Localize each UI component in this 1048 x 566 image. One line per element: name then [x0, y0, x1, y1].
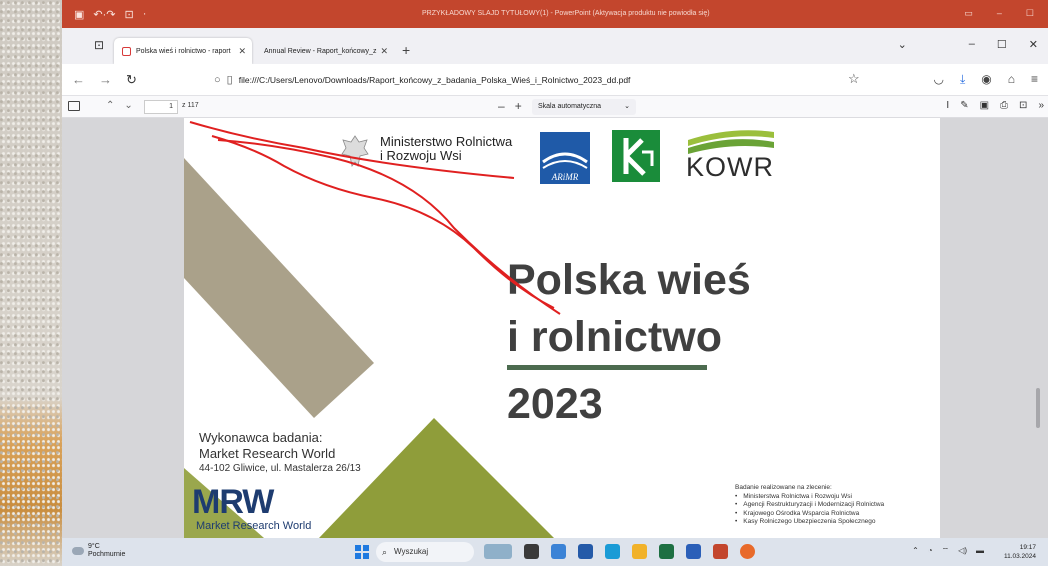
- minimize-icon[interactable]: –: [969, 38, 975, 51]
- tab-list-icon[interactable]: ⊡: [94, 38, 104, 52]
- previous-page-icon[interactable]: ⌃: [106, 100, 114, 111]
- store-icon[interactable]: [578, 544, 593, 559]
- tab-strip: ⊡ Polska wieś i rolnictwo - raport ✕ Ann…: [62, 28, 1048, 64]
- back-arrow-icon[interactable]: ←: [72, 72, 85, 88]
- quick-access-toolbar: ▣ ↶·↷ ⊡ ·: [62, 8, 146, 21]
- more-tools-icon[interactable]: »: [1038, 100, 1044, 111]
- more-icon[interactable]: ·: [143, 8, 147, 21]
- undo-icon[interactable]: ↶·↷: [93, 8, 115, 21]
- new-tab-plus-icon[interactable]: +: [402, 42, 410, 64]
- extensions-icon[interactable]: ⌂: [1008, 72, 1015, 87]
- bookmark-star-icon[interactable]: ☆: [848, 71, 860, 87]
- annotation-stroke-3: [217, 139, 561, 315]
- edge-copilot-icon[interactable]: [551, 544, 566, 559]
- address-bar[interactable]: ○ ▯ file:///C:/Users/Lenovo/Downloads/Ra…: [214, 73, 631, 87]
- battery-icon[interactable]: ▬: [976, 546, 984, 556]
- close-icon[interactable]: ✕: [380, 46, 388, 57]
- powerpoint-window-controls: ▭ – ☐: [964, 8, 1034, 19]
- zoom-out-icon[interactable]: –: [498, 99, 505, 113]
- pdf-page: Ministerstwo Rolnictwa i Rozwoju Wsi ARi…: [184, 118, 940, 538]
- print-icon[interactable]: ⎙: [1000, 100, 1008, 111]
- url-text: file:///C:/Users/Lenovo/Downloads/Raport…: [238, 74, 631, 85]
- weather-temp: 9°C: [88, 543, 100, 550]
- powerpoint-icon[interactable]: [713, 544, 728, 559]
- save-pdf-icon[interactable]: ⊡: [1019, 100, 1027, 111]
- download-icon[interactable]: ⤓: [960, 72, 965, 87]
- image-tool-icon[interactable]: ▣: [980, 100, 989, 111]
- close-icon[interactable]: ✕: [238, 46, 246, 57]
- edge-icon[interactable]: [605, 544, 620, 559]
- account-icon[interactable]: ◉: [981, 72, 991, 87]
- browser-window: ⊡ Polska wieś i rolnictwo - raport ✕ Ann…: [62, 28, 1048, 538]
- clock[interactable]: 19:17 11.03.2024: [1004, 543, 1036, 561]
- windows-start-icon[interactable]: [355, 545, 369, 559]
- zoom-select[interactable]: Skala automatyczna ⌄: [532, 99, 636, 115]
- chevron-up-icon[interactable]: ⌃: [912, 546, 919, 556]
- draw-tool-icon[interactable]: ✎: [960, 100, 968, 111]
- taskbar: 9°C Pochmurnie ⌕ Wyszukaj ⌃ ◔ ⌔ ◁) ▬ 19:…: [62, 538, 1048, 566]
- next-page-icon[interactable]: ⌄: [124, 100, 132, 111]
- annotation-stroke-1: [189, 121, 515, 179]
- zoom-in-icon[interactable]: +: [515, 99, 522, 113]
- chevron-down-icon[interactable]: ⌄: [898, 38, 907, 51]
- tab-label: Polska wieś i rolnictwo - raport: [136, 47, 231, 55]
- volume-icon[interactable]: ◁): [958, 546, 967, 556]
- weather-widget[interactable]: 9°C Pochmurnie: [72, 543, 125, 559]
- text-tool-icon[interactable]: I: [946, 100, 949, 111]
- tab-annual-review[interactable]: Annual Review - Raport_końcowy_z ✕: [256, 38, 394, 64]
- wifi-icon[interactable]: ⌔: [942, 546, 950, 556]
- network-icon[interactable]: ◔: [928, 546, 933, 556]
- shield-icon: ○: [214, 73, 221, 86]
- pdf-toolbar: ⌃ ⌄ 1 z 117 – + Skala automatyczna ⌄ I ✎…: [62, 96, 1048, 118]
- widgets-icon[interactable]: [484, 544, 512, 559]
- weather-desc: Pochmurnie: [88, 551, 126, 558]
- system-tray: ⌃ ◔ ⌔ ◁) ▬: [912, 546, 984, 556]
- powerpoint-title-bar: ▣ ↶·↷ ⊡ · PRZYKŁADOWY SLAJD TYTUŁOWY(1) …: [62, 0, 1048, 28]
- taskbar-search[interactable]: ⌕ Wyszukaj: [376, 542, 474, 562]
- taskbar-apps: [484, 544, 755, 559]
- word-icon[interactable]: [686, 544, 701, 559]
- tab-label: Annual Review - Raport_końcowy_z: [264, 47, 377, 55]
- clock-date: 11.03.2024: [1003, 553, 1036, 560]
- save-icon[interactable]: ▣: [74, 8, 84, 21]
- file-explorer-icon[interactable]: [632, 544, 647, 559]
- background-left-edge: [0, 0, 62, 566]
- reload-icon[interactable]: ↻: [126, 72, 137, 88]
- tab-report-pdf[interactable]: Polska wieś i rolnictwo - raport ✕: [114, 38, 252, 64]
- pocket-icon[interactable]: ◡: [933, 72, 943, 87]
- freehand-annotation: [189, 121, 561, 315]
- chevron-down-icon: ⌄: [624, 103, 630, 110]
- minimize-icon[interactable]: –: [997, 8, 1002, 19]
- navigation-bar: ← → ↻ ○ ▯ file:///C:/Users/Lenovo/Downlo…: [62, 64, 1048, 96]
- task-view-icon[interactable]: [524, 544, 539, 559]
- sidebar-toggle-icon[interactable]: [68, 101, 80, 111]
- pdf-icon: [122, 46, 131, 56]
- page-total: z 117: [182, 102, 199, 109]
- page-number-input[interactable]: 1: [144, 100, 178, 114]
- maximize-icon[interactable]: ☐: [997, 38, 1007, 51]
- browser-window-controls: ⌄ – ☐ ✕: [898, 38, 1038, 51]
- close-window-icon[interactable]: ✕: [1029, 38, 1038, 51]
- search-placeholder: Wyszukaj: [394, 547, 429, 556]
- file-icon: ▯: [226, 74, 233, 86]
- clock-time: 19:17: [1019, 544, 1036, 551]
- menu-icon[interactable]: ≡: [1031, 72, 1038, 87]
- powerpoint-window-title: PRZYKŁADOWY SLAJD TYTUŁOWY(1) - PowerPoi…: [422, 10, 710, 17]
- excel-icon[interactable]: [659, 544, 674, 559]
- maximize-icon[interactable]: ☐: [1026, 8, 1034, 19]
- search-icon: ⌕: [382, 547, 388, 557]
- scrollbar-thumb[interactable]: [1036, 388, 1040, 428]
- present-icon[interactable]: ⊡: [125, 8, 134, 21]
- firefox-icon[interactable]: [740, 544, 755, 559]
- pdf-viewer[interactable]: Ministerstwo Rolnictwa i Rozwoju Wsi ARi…: [62, 118, 1048, 538]
- ribbon-display-icon[interactable]: ▭: [964, 8, 973, 19]
- zoom-value: Skala automatyczna: [538, 103, 602, 110]
- cloud-icon: [72, 547, 84, 555]
- forward-arrow-icon[interactable]: →: [99, 72, 112, 88]
